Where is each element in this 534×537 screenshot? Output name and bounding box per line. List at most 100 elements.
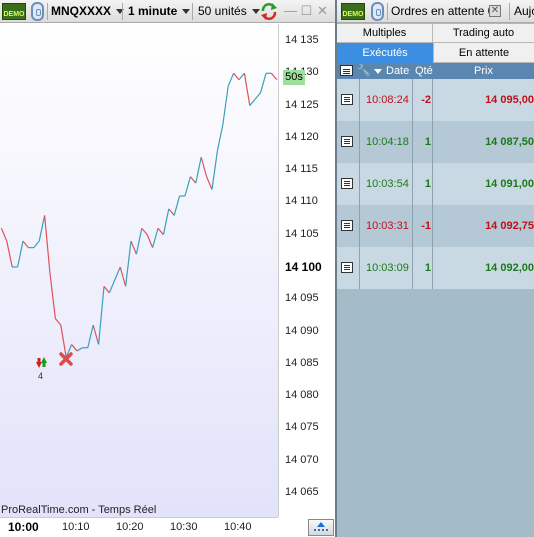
- price-segment: [162, 208, 170, 235]
- price-segment: [168, 208, 175, 216]
- order-row[interactable]: 10:03:09 1 14 092,00: [337, 247, 534, 289]
- column-header-date[interactable]: Date: [374, 63, 412, 79]
- column-header-price[interactable]: Prix: [433, 63, 534, 79]
- order-details-icon[interactable]: [341, 94, 353, 105]
- price-segment: [6, 241, 13, 268]
- candle-timer-badge: 50s: [283, 70, 305, 85]
- price-segment: [216, 124, 224, 151]
- order-details-icon[interactable]: [341, 262, 353, 273]
- price-segment: [146, 234, 154, 248]
- price-segment: [135, 228, 143, 255]
- order-qty: 1: [424, 262, 431, 274]
- tabs-row-bottom: Exécutés En attente: [337, 43, 534, 63]
- price-segment: [103, 285, 110, 294]
- price-segment: [152, 228, 159, 248]
- order-qty: 1: [424, 136, 431, 148]
- price-segment: [119, 266, 127, 287]
- orders-window: DEMO Ordres en attente 0 ✕ Aujo Multiple…: [337, 0, 534, 537]
- price-segment: [76, 347, 83, 352]
- price-segment: [157, 227, 164, 236]
- order-qty: -1: [421, 220, 431, 232]
- price-segment: [108, 279, 116, 294]
- price-segment: [254, 92, 262, 100]
- price-segment: [249, 98, 256, 106]
- price-segment: [33, 240, 40, 249]
- price-segment: [0, 228, 8, 242]
- price-segment: [233, 72, 240, 81]
- cancel-all-icon[interactable]: ✕: [489, 5, 501, 17]
- data-source-label: ProRealTime.com - Temps Réel: [1, 504, 157, 516]
- buy-arrow-stem[interactable]: [42, 362, 46, 367]
- price-segment: [195, 157, 202, 184]
- tab-trading-auto[interactable]: Trading auto: [433, 24, 534, 43]
- order-time: 10:03:31: [366, 220, 409, 232]
- price-segment: [141, 227, 148, 236]
- column-date-label: Date: [386, 65, 410, 77]
- executed-orders-header: 🔧 Date Qté Prix: [337, 63, 534, 79]
- price-segment: [38, 215, 46, 242]
- price-segment: [238, 72, 245, 81]
- price-segment: [260, 73, 267, 93]
- scroll-to-end-button[interactable]: [308, 519, 334, 536]
- price-segment: [22, 240, 29, 249]
- price-segment: [270, 72, 278, 81]
- toolbar-divider: [509, 3, 510, 20]
- price-segment: [92, 324, 100, 345]
- details-column-icon[interactable]: [340, 65, 353, 76]
- order-row[interactable]: 10:03:54 1 14 091,00: [337, 163, 534, 205]
- orders-toolbar: DEMO Ordres en attente 0 ✕ Aujo: [337, 0, 534, 23]
- price-segment: [243, 73, 251, 106]
- order-time: 10:08:24: [366, 94, 409, 106]
- link-icon[interactable]: [371, 2, 384, 21]
- order-details-icon[interactable]: [341, 220, 353, 231]
- order-price: 14 095,00: [485, 94, 534, 106]
- column-header-qty[interactable]: Qté: [415, 63, 434, 79]
- price-segment: [222, 86, 229, 126]
- pending-orders-text: Ordres en attente: [391, 4, 485, 18]
- order-row[interactable]: 10:04:18 1 14 087,50: [337, 121, 534, 163]
- order-row[interactable]: 10:08:24 -2 14 095,00: [337, 79, 534, 121]
- price-segment: [17, 241, 24, 268]
- order-qty: 1: [424, 178, 431, 190]
- tab-multiples[interactable]: Multiples: [337, 24, 433, 43]
- order-price: 14 091,00: [485, 178, 534, 190]
- price-segment: [211, 150, 218, 190]
- price-segment: [184, 176, 191, 197]
- price-segment: [125, 241, 132, 287]
- today-tab[interactable]: Aujo: [514, 0, 534, 23]
- column-divider: [359, 79, 360, 289]
- price-segment: [44, 215, 51, 274]
- price-segment: [71, 344, 78, 352]
- sort-down-icon: [374, 68, 382, 74]
- column-divider: [432, 79, 433, 289]
- price-segment: [227, 73, 235, 87]
- order-details-icon[interactable]: [341, 178, 353, 189]
- price-segment: [54, 318, 62, 326]
- price-segment: [206, 176, 213, 190]
- order-price: 14 092,00: [485, 262, 534, 274]
- order-qty: -2: [421, 94, 431, 106]
- tab-en-attente[interactable]: En attente: [434, 43, 534, 63]
- toolbar-divider: [387, 3, 388, 20]
- order-time: 10:03:54: [366, 178, 409, 190]
- order-details-icon[interactable]: [341, 136, 353, 147]
- order-time: 10:03:09: [366, 262, 409, 274]
- price-segment: [189, 176, 197, 184]
- order-row[interactable]: 10:03:31 -1 14 092,75: [337, 205, 534, 247]
- pending-orders-label[interactable]: Ordres en attente 0: [391, 0, 494, 23]
- chart-window: DEMO MNQXXXX 1 minute 50 unités — ☐ ✕ 14…: [0, 0, 335, 537]
- column-divider: [412, 79, 413, 289]
- order-time: 10:04:18: [366, 136, 409, 148]
- tabs-row-top: Multiples Trading auto: [337, 24, 534, 43]
- sell-arrow-stem[interactable]: [37, 358, 41, 363]
- price-segment: [200, 157, 208, 177]
- price-segment: [87, 324, 94, 348]
- order-price: 14 092,75: [485, 220, 534, 232]
- price-segment: [49, 273, 56, 319]
- tab-executes[interactable]: Exécutés: [337, 43, 434, 63]
- price-segment: [130, 240, 137, 255]
- wrench-icon[interactable]: 🔧: [357, 65, 371, 77]
- price-segment: [173, 195, 181, 216]
- trade-count-label: 4: [38, 371, 43, 381]
- order-price: 14 087,50: [485, 136, 534, 148]
